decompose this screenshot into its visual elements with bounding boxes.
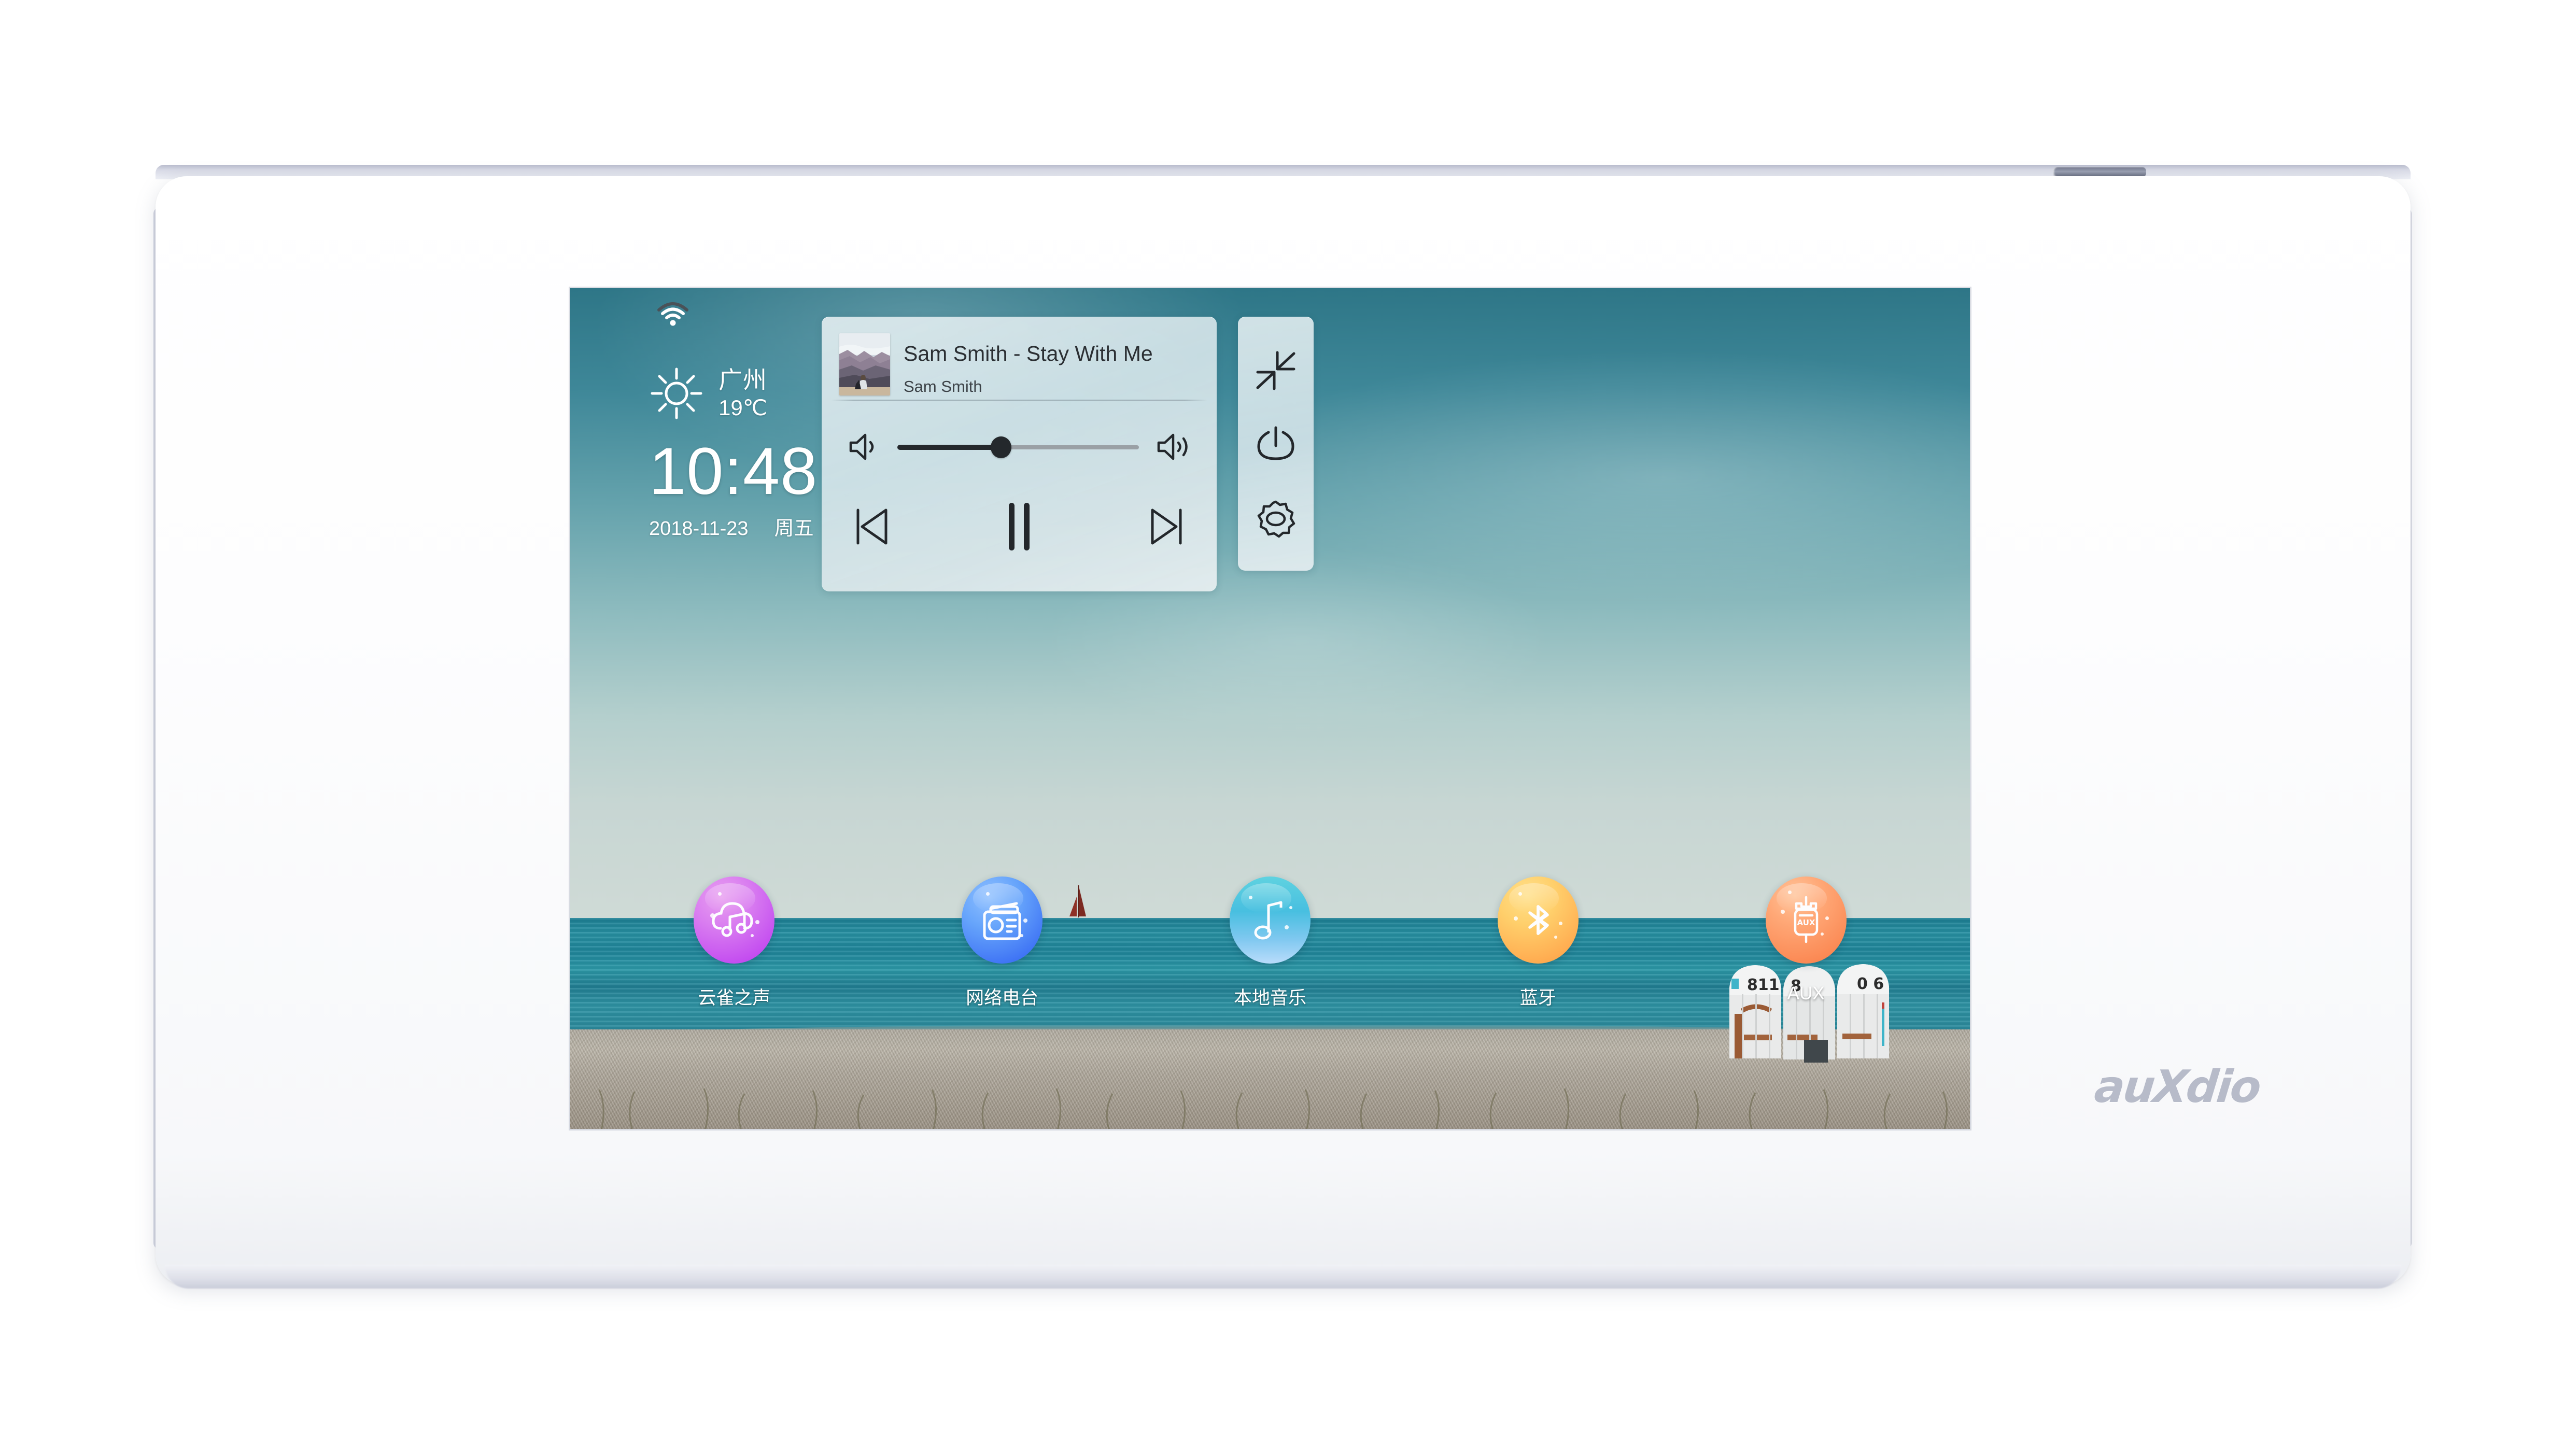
- sun-icon: [651, 367, 702, 419]
- device-bottom-edge: [165, 1265, 2401, 1289]
- bluetooth-icon: [1497, 877, 1579, 964]
- volume-high-icon[interactable]: [1157, 432, 1191, 462]
- dock-item-bluetooth[interactable]: 蓝牙: [1478, 877, 1598, 1010]
- volume-track-fill: [897, 445, 1002, 450]
- dock-item-internet-radio[interactable]: 网络电台: [942, 877, 1062, 1010]
- clock-weekday: 周五: [774, 518, 814, 540]
- play-pause-button[interactable]: [991, 498, 1048, 555]
- collapse-arrows-icon: [1256, 351, 1295, 390]
- brand-logo: auXdio: [2042, 1048, 2312, 1126]
- weather-temperature: 19℃: [719, 395, 767, 420]
- dock-item-aux[interactable]: AUX AUX: [1746, 877, 1866, 1004]
- previous-track-button[interactable]: [851, 506, 892, 547]
- radio-icon: [962, 877, 1043, 964]
- aux-icon-text: AUX: [1797, 918, 1815, 927]
- dock-label: 云雀之声: [698, 988, 771, 1008]
- music-note-icon: [1229, 877, 1311, 964]
- clock-time: 10:48: [649, 434, 818, 508]
- track-info-row: Sam Smith - Stay With Me Sam Smith: [822, 317, 1217, 399]
- power-button[interactable]: [1253, 421, 1298, 466]
- dock-label: AUX: [1787, 983, 1825, 1003]
- dock-item-cloud-music[interactable]: 云雀之声: [674, 877, 794, 1010]
- power-icon: [1257, 426, 1294, 460]
- side-control-panel: [1238, 317, 1314, 571]
- transport-controls: [822, 488, 1217, 566]
- next-track-button[interactable]: [1146, 506, 1188, 547]
- volume-thumb[interactable]: [991, 436, 1012, 458]
- weather-widget[interactable]: 广州 19℃: [648, 365, 767, 422]
- dock-label: 本地音乐: [1233, 988, 1306, 1008]
- app-dock: 云雀之声 网络电台 本地音乐 蓝牙 AUX AUX: [570, 877, 1970, 1094]
- volume-row: [822, 418, 1217, 475]
- dock-label: 网络电台: [966, 988, 1039, 1008]
- track-title: Sam Smith - Stay With Me: [904, 342, 1153, 365]
- weather-city: 广州: [719, 366, 767, 393]
- cloud-music-icon: [694, 877, 775, 964]
- clock-date: 2018-11-23: [649, 518, 749, 540]
- track-artist: Sam Smith: [904, 377, 982, 396]
- settings-button[interactable]: [1253, 494, 1298, 539]
- volume-low-icon[interactable]: [848, 432, 880, 462]
- clock-widget[interactable]: 10:48 2018-11-23 周五: [649, 439, 818, 541]
- gear-icon: [1257, 500, 1295, 538]
- dock-item-local-music[interactable]: 本地音乐: [1210, 877, 1330, 1010]
- collapse-button[interactable]: [1253, 348, 1298, 393]
- panel-divider: [831, 400, 1207, 401]
- music-player-panel: Sam Smith - Stay With Me Sam Smith: [822, 317, 1217, 591]
- album-art: [839, 333, 890, 395]
- dock-label: 蓝牙: [1519, 988, 1556, 1008]
- brand-logo-text: auXdio: [2092, 1061, 2263, 1113]
- touchscreen-display: 811 8 0 6 广州 19℃ 10:48 2018-11-23 周五 Sam…: [570, 288, 1970, 1129]
- wifi-icon: [657, 302, 688, 326]
- volume-slider[interactable]: [897, 435, 1139, 458]
- aux-plug-icon: AUX: [1765, 877, 1847, 964]
- device-hardware-clip: [2053, 167, 2146, 177]
